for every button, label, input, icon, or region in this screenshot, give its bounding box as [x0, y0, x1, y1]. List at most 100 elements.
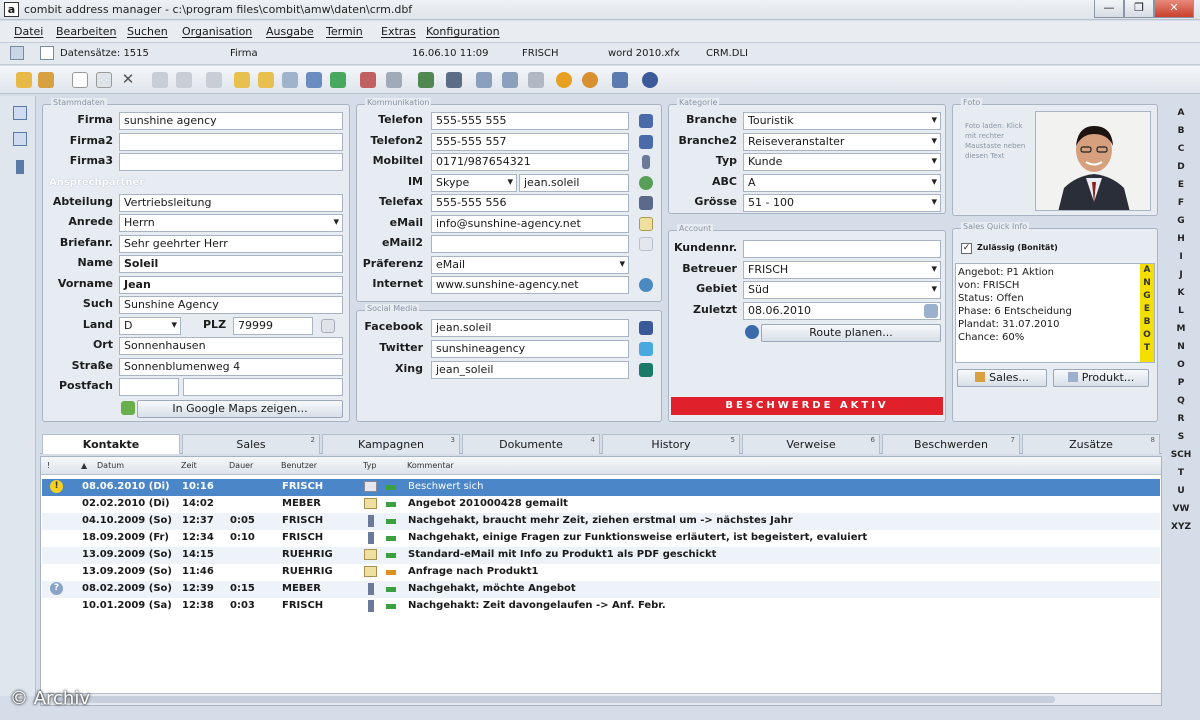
plz-lookup-icon[interactable] [321, 319, 335, 333]
bonitaet-checkbox[interactable]: ✓ [961, 243, 972, 254]
image-icon[interactable] [446, 72, 462, 88]
nav-icon[interactable] [10, 46, 24, 60]
globe-icon[interactable] [639, 278, 653, 292]
typ-select[interactable]: Kunde [743, 153, 941, 171]
such-field[interactable]: Sunshine Agency [119, 296, 343, 314]
briefanrede-field[interactable]: Sehr geehrter Herr [119, 235, 343, 253]
menu-datei[interactable]: Datei [14, 25, 43, 38]
alpha-r[interactable]: R [1168, 414, 1194, 424]
globe-icon[interactable] [582, 72, 598, 88]
table-row[interactable]: 13.09.2009 (So) 11:46 RUEHRIG Anfrage na… [42, 564, 1160, 581]
maximize-button[interactable]: ❐ [1124, 0, 1154, 18]
alpha-a[interactable]: A [1168, 108, 1194, 118]
cut-icon[interactable] [152, 72, 168, 88]
refresh-icon[interactable] [330, 72, 346, 88]
minimize-button[interactable]: — [1094, 0, 1124, 18]
help-icon[interactable] [642, 72, 658, 88]
col-flag[interactable]: ! [47, 461, 50, 470]
mobile-icon[interactable] [642, 155, 650, 169]
internet-field[interactable]: www.sunshine-agency.net [431, 276, 629, 294]
columns-icon[interactable] [476, 72, 492, 88]
col-zeit[interactable]: Zeit [181, 461, 197, 470]
open-icon[interactable] [16, 72, 32, 88]
table-row[interactable]: 04.10.2009 (So) 12:37 0:05 FRISCH Nachge… [42, 513, 1160, 530]
firma2-field[interactable] [119, 133, 343, 151]
alpha-xyz[interactable]: XYZ [1168, 522, 1194, 532]
gebiet-select[interactable]: Süd [743, 281, 941, 299]
table-row[interactable]: ? 08.02.2009 (So) 12:39 0:15 MEBER Nachg… [42, 581, 1160, 598]
undo-icon[interactable] [282, 72, 298, 88]
alpha-o[interactable]: O [1168, 360, 1194, 370]
route-planen-button[interactable]: Route planen... [761, 324, 941, 342]
ort-field[interactable]: Sonnenhausen [119, 337, 343, 355]
col-dauer[interactable]: Dauer [229, 461, 253, 470]
menu-konfiguration[interactable]: Konfiguration [426, 25, 500, 38]
sort-icon[interactable] [360, 72, 376, 88]
search-icon[interactable] [234, 72, 250, 88]
name-field[interactable]: Soleil [119, 255, 343, 273]
menu-extras[interactable]: Extras [381, 25, 416, 38]
alpha-i[interactable]: I [1168, 252, 1194, 262]
phone2-dial-icon[interactable] [639, 135, 653, 149]
sidebar-phone-icon[interactable] [16, 160, 24, 174]
calendar-icon[interactable] [924, 304, 938, 318]
fax-icon[interactable] [639, 196, 653, 210]
table-row[interactable]: 13.09.2009 (So) 14:15 RUEHRIG Standard-e… [42, 547, 1160, 564]
copy-icon[interactable] [96, 72, 112, 88]
alpha-u[interactable]: U [1168, 486, 1194, 496]
tree-icon[interactable] [418, 72, 434, 88]
email2-icon[interactable] [639, 237, 653, 251]
abteilung-field[interactable]: Vertriebsleitung [119, 194, 343, 212]
sidebar-window-icon[interactable] [13, 132, 27, 146]
facebook-icon[interactable] [639, 321, 653, 335]
twitter-icon[interactable] [639, 342, 653, 356]
star-icon[interactable] [556, 72, 572, 88]
horizontal-scrollbar[interactable] [41, 693, 1161, 705]
tab-kampagnen[interactable]: Kampagnen 3 [322, 434, 460, 454]
menu-ausgabe[interactable]: Ausgabe [266, 25, 314, 38]
branche2-select[interactable]: Reiseveranstalter [743, 133, 941, 151]
table-row[interactable]: 18.09.2009 (Fr) 12:34 0:10 FRISCH Nachge… [42, 530, 1160, 547]
tab-zusaetze[interactable]: Zusätze 8 [1022, 434, 1160, 454]
tab-verweise[interactable]: Verweise 6 [742, 434, 880, 454]
alpha-j[interactable]: J [1168, 270, 1194, 280]
alpha-b[interactable]: B [1168, 126, 1194, 136]
alpha-t[interactable]: T [1168, 468, 1194, 478]
xing-icon[interactable] [639, 363, 653, 377]
filter-icon[interactable] [386, 72, 402, 88]
new-icon[interactable] [72, 72, 88, 88]
tab-kontakte[interactable]: Kontakte [42, 434, 180, 454]
alpha-g[interactable]: G [1168, 216, 1194, 226]
delete-icon[interactable]: ✕ [120, 72, 136, 88]
abc-select[interactable]: A [743, 174, 941, 192]
folder-icon[interactable] [38, 72, 54, 88]
col-typ[interactable]: Typ [363, 461, 376, 470]
twitter-field[interactable]: sunshineagency [431, 340, 629, 358]
alpha-vw[interactable]: VW [1168, 504, 1194, 514]
alpha-p[interactable]: P [1168, 378, 1194, 388]
email-icon[interactable] [639, 217, 653, 231]
table-row[interactable]: 02.02.2010 (Di) 14:02 MEBER Angebot 2010… [42, 496, 1160, 513]
alpha-m[interactable]: M [1168, 324, 1194, 334]
app-icon[interactable]: a [4, 2, 19, 17]
alpha-d[interactable]: D [1168, 162, 1194, 172]
table-row[interactable]: ! 08.06.2010 (Di) 10:16 FRISCH Beschwert… [42, 479, 1160, 496]
zuletzt-field[interactable]: 08.06.2010 [743, 302, 941, 320]
alpha-sch[interactable]: SCH [1168, 450, 1194, 460]
alpha-h[interactable]: H [1168, 234, 1194, 244]
trash-icon[interactable] [612, 72, 628, 88]
skype-icon[interactable] [639, 176, 653, 190]
menu-termin[interactable]: Termin [326, 25, 363, 38]
plz-field[interactable]: 79999 [233, 317, 313, 335]
alpha-q[interactable]: Q [1168, 396, 1194, 406]
branche-select[interactable]: Touristik [743, 112, 941, 130]
search-next-icon[interactable] [258, 72, 274, 88]
table-icon[interactable] [306, 72, 322, 88]
close-button[interactable]: ✕ [1154, 0, 1194, 18]
alpha-l[interactable]: L [1168, 306, 1194, 316]
contact-photo[interactable] [1035, 111, 1151, 211]
tab-dokumente[interactable]: Dokumente 4 [462, 434, 600, 454]
phone-dial-icon[interactable] [639, 114, 653, 128]
table-row[interactable]: 10.01.2009 (Sa) 12:38 0:03 FRISCH Nachge… [42, 598, 1160, 615]
menu-bearbeiten[interactable]: Bearbeiten [56, 25, 116, 38]
